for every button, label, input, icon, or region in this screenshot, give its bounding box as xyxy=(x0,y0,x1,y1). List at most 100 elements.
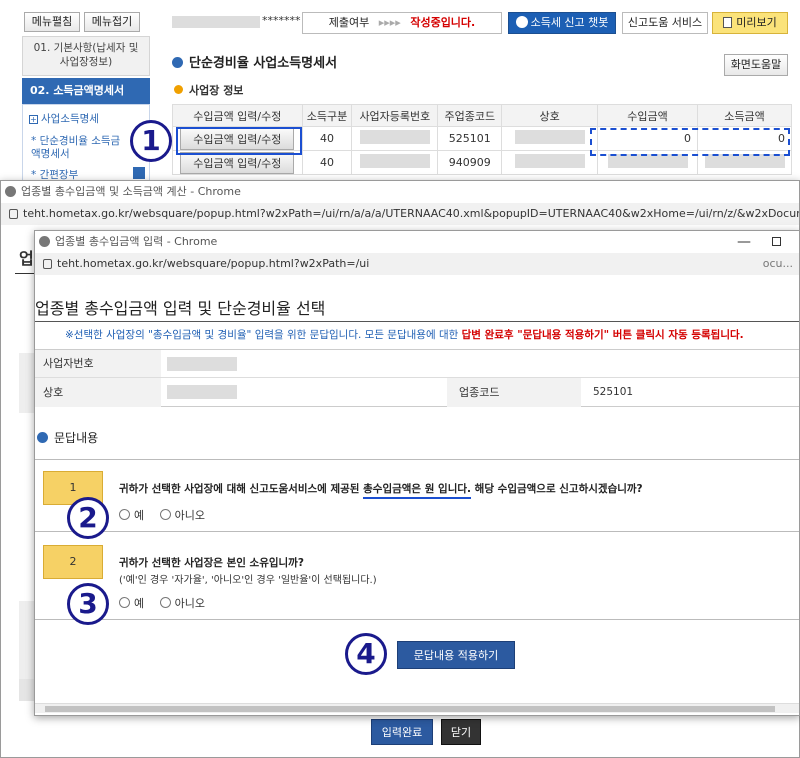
table-cell xyxy=(501,150,599,175)
divider xyxy=(35,531,799,532)
preview-button[interactable]: 미리보기 xyxy=(712,12,788,34)
table-cell: 525101 xyxy=(437,126,503,151)
popup-content: 업종별 총수입금액 입력 및 단순경비율 선택 ※선택한 사업장의 "총수입금액… xyxy=(35,275,799,715)
radio-no[interactable]: 아니오 xyxy=(159,597,205,610)
table-cell: 40 xyxy=(301,150,353,175)
question-1-text: 귀하가 선택한 사업장에 대해 신고도움서비스에 제공된 총수입금액은 원 입니… xyxy=(119,481,643,499)
popup-window-inner: 업종별 총수입금액 입력 - Chrome — teht.hometax.go.… xyxy=(34,230,800,716)
arrow-circle-icon xyxy=(37,432,48,443)
outer-content-fragment xyxy=(19,601,35,691)
col-header: 수입금액 입력/수정 xyxy=(172,104,303,127)
radio-no[interactable]: 아니오 xyxy=(159,509,205,522)
highlight-box xyxy=(176,127,302,155)
masked-value xyxy=(514,130,585,144)
divider xyxy=(15,273,35,274)
step-marker-4: 4 xyxy=(345,633,387,675)
subsection-title: 사업장 정보 xyxy=(174,82,243,98)
radio-yes[interactable]: 예 xyxy=(119,597,144,610)
chrome-icon xyxy=(39,236,50,247)
minimize-icon[interactable]: — xyxy=(737,231,751,253)
masked-value xyxy=(359,154,430,168)
col-header: 수입금액 xyxy=(597,104,698,127)
biz-no-label: 사업자번호 xyxy=(35,350,161,378)
notice-text: ※선택한 사업장의 "총수입금액 및 경비율" 입력을 위한 문답입니다. 모든… xyxy=(65,329,744,341)
popup-heading: 업종별 총수입금액 입력 및 단순경비율 선택 xyxy=(35,299,326,318)
arrow-circle-icon xyxy=(172,57,183,68)
plus-box-icon: + xyxy=(29,115,38,124)
step-marker-2: 2 xyxy=(67,497,109,539)
window-titlebar: 업종별 총수입금액 입력 - Chrome — xyxy=(35,231,799,253)
table-cell xyxy=(501,126,599,151)
url-tail: ocu... xyxy=(762,257,793,270)
table-header-row: 수입금액 입력/수정 소득구분 사업자등록번호 주업종코드 상호 수입금액 소득… xyxy=(172,104,792,127)
question-2-subtext: ('예'인 경우 '자가율', '아니오'인 경우 '일반율'이 선택됩니다.) xyxy=(119,575,377,586)
lock-icon xyxy=(43,259,52,269)
step-marker-1: 1 xyxy=(130,120,172,162)
question-1-options: 예 아니오 xyxy=(119,507,205,523)
chrome-icon xyxy=(5,186,16,197)
industry-code-label: 업종코드 xyxy=(447,378,581,407)
table-cell xyxy=(351,126,439,151)
outer-content-fragment xyxy=(19,353,35,413)
table-cell xyxy=(351,150,439,175)
masked-value xyxy=(359,130,430,144)
question-number: 2 xyxy=(43,545,103,579)
sidebar-item-income[interactable]: 02. 소득금액명세서 xyxy=(22,78,150,104)
col-header: 상호 xyxy=(501,104,599,127)
masked-value xyxy=(704,154,785,168)
maximize-icon[interactable] xyxy=(772,237,781,246)
col-header: 소득금액 xyxy=(697,104,792,127)
masked-taxpayer-name xyxy=(172,16,260,28)
help-service-button[interactable]: 신고도움 서비스 xyxy=(622,12,708,34)
masked-name xyxy=(167,385,237,399)
sidebar-item-basic[interactable]: 01. 기본사항(납세자 및 사업장정보) xyxy=(22,36,150,76)
document-icon xyxy=(723,17,733,28)
col-header: 사업자등록번호 xyxy=(351,104,439,127)
section-title: 단순경비율 사업소득명세서 xyxy=(172,52,337,71)
url-bar[interactable]: teht.hometax.go.kr/websquare/popup.html?… xyxy=(1,203,799,225)
chevron-down-icon[interactable] xyxy=(133,167,145,179)
screen-help-button[interactable]: 화면도움말 xyxy=(724,54,788,76)
window-titlebar: 업종별 총수입금액 및 소득금액 계산 - Chrome xyxy=(1,181,799,203)
qa-section-title: 문답내용 xyxy=(37,429,98,446)
industry-code-value: 525101 xyxy=(593,386,634,398)
sidebar-sub-simple[interactable]: * 단순경비율 소득금액명세서 xyxy=(31,135,126,161)
table-cell: 940909 xyxy=(437,150,503,175)
masked-value xyxy=(514,154,585,168)
name-label: 상호 xyxy=(35,378,161,407)
radio-yes[interactable]: 예 xyxy=(119,509,144,522)
col-header: 소득구분 xyxy=(301,104,353,127)
menu-expand-button[interactable]: 메뉴펼침 xyxy=(24,12,80,32)
masked-value xyxy=(607,154,688,168)
submit-status: 제출여부 ▸▸▸▸ 작성중입니다. xyxy=(302,12,502,34)
divider xyxy=(35,321,799,322)
col-header: 주업종코드 xyxy=(437,104,503,127)
apply-answers-button[interactable]: 문답내용 적용하기 xyxy=(397,641,515,669)
horizontal-scrollbar[interactable] xyxy=(35,703,799,713)
radio-icon xyxy=(119,597,130,608)
radio-icon xyxy=(119,509,130,520)
input-complete-button[interactable]: 입력완료 xyxy=(371,719,433,745)
masked-id: ******* xyxy=(262,14,301,27)
step-marker-3: 3 xyxy=(67,583,109,625)
highlight-dashed-box xyxy=(590,128,790,156)
radio-icon xyxy=(159,597,171,608)
row-divider xyxy=(161,350,799,378)
scrollbar-thumb[interactable] xyxy=(45,706,775,712)
lock-icon xyxy=(9,209,18,219)
chatbot-icon xyxy=(515,16,528,28)
menu-collapse-button[interactable]: 메뉴접기 xyxy=(84,12,140,32)
url-bar[interactable]: teht.hometax.go.kr/websquare/popup.html?… xyxy=(35,253,799,275)
sidebar-sub-business[interactable]: + 사업소득명세 xyxy=(29,111,99,126)
sidebar: 01. 기본사항(납세자 및 사업장정보) 02. 소득금액명세서 + 사업소득명… xyxy=(18,36,150,200)
info-table: 사업자번호 상호 업종코드 525101 xyxy=(35,349,799,407)
close-button[interactable]: 닫기 xyxy=(441,719,481,745)
outer-content-fragment xyxy=(19,679,35,701)
radio-icon xyxy=(159,509,171,520)
chatbot-button[interactable]: 소득세 신고 챗봇 xyxy=(508,12,616,34)
question-2-text: 귀하가 선택한 사업장은 본인 소유입니까? xyxy=(119,557,304,569)
table-cell: 40 xyxy=(301,126,353,151)
bullet-orange-icon xyxy=(174,85,183,94)
divider xyxy=(35,459,799,460)
question-2-options: 예 아니오 xyxy=(119,595,205,611)
